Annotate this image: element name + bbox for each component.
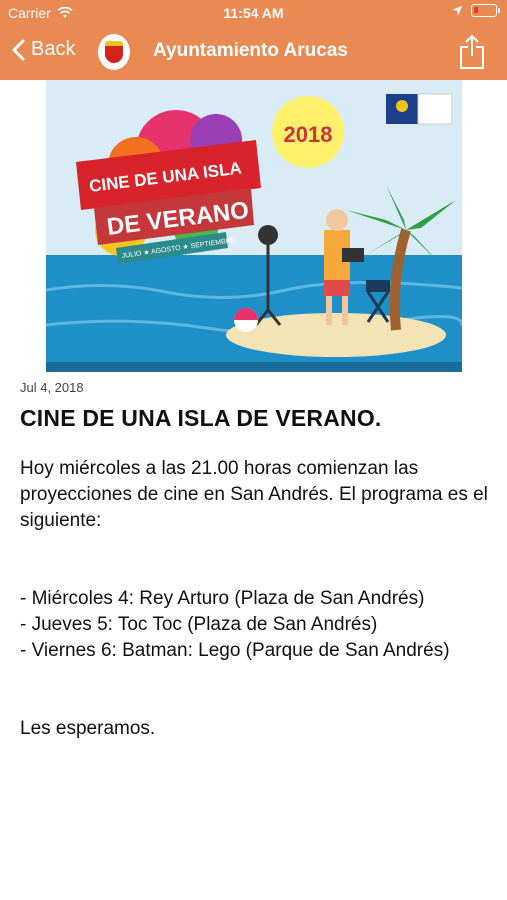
- article-schedule-item: - Viernes 6: Batman: Lego (Parque de San…: [20, 640, 450, 661]
- battery-icon: [471, 4, 500, 17]
- article-title: CINE DE UNA ISLA DE VERANO.: [20, 405, 382, 431]
- top-bar: Carrier 11:54 AM Back Ayuntamiento Aruca…: [0, 0, 507, 80]
- article-paragraph-intro: Hoy miércoles a las 21.00 horas comienza…: [20, 458, 488, 531]
- back-button[interactable]: Back: [12, 38, 75, 61]
- event-banner-image: 2018 CINE DE UNA ISLA DE VERANO JULIO ★ …: [46, 80, 462, 372]
- article-date: Jul 4, 2018: [20, 380, 84, 395]
- status-right: [452, 4, 500, 17]
- crest-logo: [98, 34, 130, 70]
- status-time: 11:54 AM: [223, 5, 284, 21]
- back-label: Back: [31, 38, 76, 60]
- article-body: Hoy miércoles a las 21.00 horas comienza…: [20, 456, 490, 742]
- location-arrow-icon: [452, 5, 463, 16]
- chevron-left-icon: [12, 39, 25, 60]
- share-icon[interactable]: [459, 34, 485, 70]
- article-schedule-item: - Jueves 5: Toc Toc (Plaza de San Andrés…: [20, 614, 378, 635]
- article-schedule-item: - Miércoles 4: Rey Arturo (Plaza de San …: [20, 588, 425, 609]
- banner-year: 2018: [284, 122, 333, 147]
- nav-title: Ayuntamiento Arucas: [153, 40, 348, 61]
- navigation-bar: Back Ayuntamiento Arucas: [0, 26, 507, 80]
- status-bar: Carrier 11:54 AM: [0, 0, 507, 26]
- article-closing: Les esperamos.: [20, 718, 156, 739]
